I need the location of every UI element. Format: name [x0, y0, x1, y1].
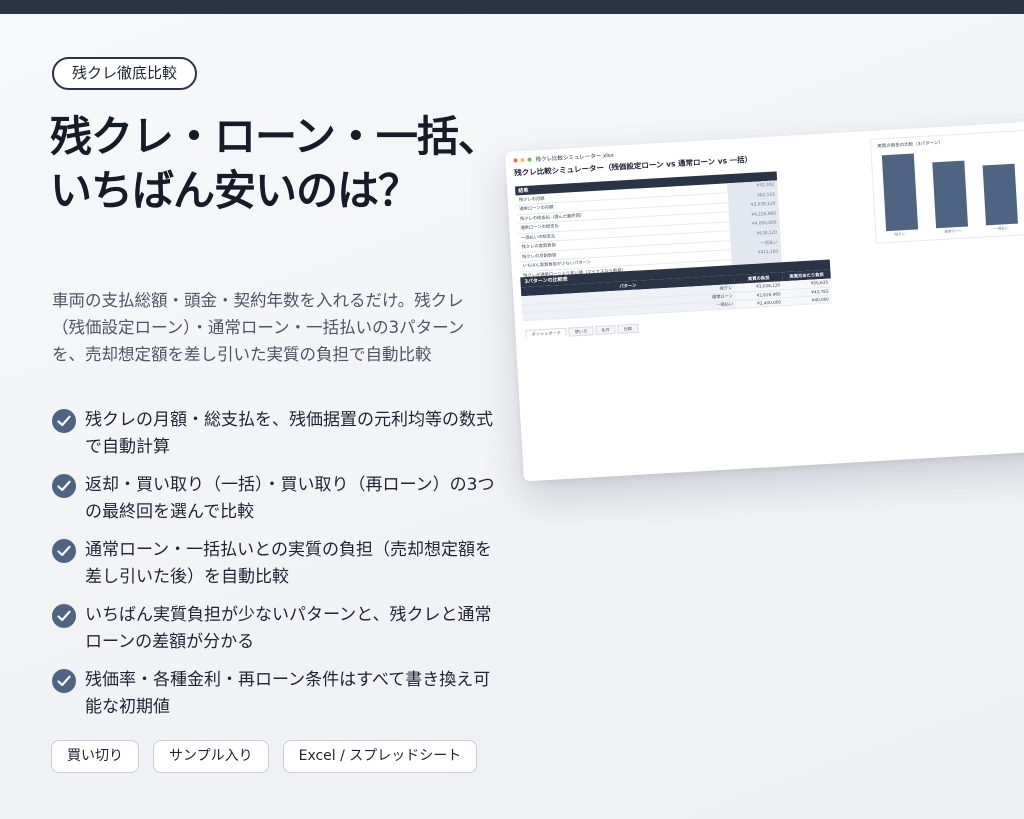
window-controls — [513, 157, 534, 163]
feature-item: 残クレの月額・総支払を、残価据置の元利均等の数式で自動計算 — [52, 407, 502, 461]
badge-format: Excel / スプレッドシート — [282, 740, 478, 773]
feature-text: 返却・買い取り（一括）・買い取り（再ローン）の3つの最終回を選んで比較 — [85, 475, 495, 522]
feature-list: 残クレの月額・総支払を、残価据置の元利均等の数式で自動計算 返却・買い取り（一括… — [52, 407, 502, 732]
top-bar — [0, 0, 1024, 14]
feature-item: 通常ローン・一括払いとの実質の負担（売却想定額を差し引いた後）を自動比較 — [52, 537, 502, 591]
burden-chart: 実質の負担の比較（3パターン） 残クレ 通常ローン 一括払い — [869, 128, 1024, 244]
feature-text: 残価率・各種金利・再ローン条件はすべて書き換え可能な初期値 — [85, 670, 491, 717]
feature-item: 返却・買い取り（一括）・買い取り（再ローン）の3つの最終回を選んで比較 — [52, 472, 502, 526]
tab-dashboard[interactable]: ダッシュボード — [525, 327, 568, 340]
tab-usage[interactable]: 使い方 — [568, 326, 594, 337]
chart-bar-label: 残クレ — [894, 232, 906, 237]
sheet-tabs: ダッシュボード 使い方 条件 比較 — [525, 323, 640, 340]
description: 車両の支払総額・頭金・契約年数を入れるだけ。残クレ（残価設定ローン）・通常ローン… — [52, 291, 465, 364]
badge-sample: サンプル入り — [153, 740, 269, 773]
category-tag: 残クレ徹底比較 — [52, 57, 198, 90]
badge-buyout: 買い切り — [51, 740, 139, 773]
chart-bar — [881, 153, 919, 232]
check-circle-icon — [52, 604, 76, 628]
chart-bar-label: 通常ローン — [944, 228, 963, 234]
page-title: 残クレ・ローン・一括、 いちばん安いのは？ — [50, 110, 510, 218]
feature-text: いちばん実質負担が少ないパターンと、残クレと通常ローンの差額が分かる — [85, 605, 492, 652]
tab-compare[interactable]: 比較 — [617, 323, 639, 334]
page-title-line-1: 残クレ・ローン・一括、 — [50, 112, 500, 161]
chart-bar-label: 一括払い — [994, 226, 1009, 231]
chart-bar — [982, 163, 1018, 226]
feature-text: 残クレの月額・総支払を、残価据置の元利均等の数式で自動計算 — [85, 410, 493, 457]
feature-item: 残価率・各種金利・再ローン条件はすべて書き換え可能な初期値 — [52, 667, 502, 721]
check-circle-icon — [52, 474, 76, 498]
chart-bar — [932, 160, 969, 229]
feature-item: いちばん実質負担が少ないパターンと、残クレと通常ローンの差額が分かる — [52, 602, 502, 656]
chart-title: 実質の負担の比較（3パターン） — [877, 140, 944, 150]
feature-text: 通常ローン・一括払いとの実質の負担（売却想定額を差し引いた後）を自動比較 — [85, 540, 492, 587]
check-circle-icon — [52, 409, 76, 433]
check-circle-icon — [52, 539, 76, 563]
close-dot — [513, 158, 518, 163]
minimize-dot — [520, 157, 525, 163]
pattern-monthly: ¥40,000 — [783, 294, 833, 306]
page-title-line-2: いちばん安いのは？ — [50, 166, 420, 215]
tab-conditions[interactable]: 条件 — [595, 324, 616, 336]
maximize-dot — [527, 157, 532, 162]
product-badges: 買い切り サンプル入り Excel / スプレッドシート — [51, 740, 491, 773]
check-circle-icon — [52, 669, 76, 693]
pattern-burden: ¥2,400,000 — [735, 297, 785, 308]
spreadsheet-preview: 残クレ比較シミュレーター.xlsx 残クレ比較シミュレーター（残価設定ローン v… — [505, 119, 1024, 482]
